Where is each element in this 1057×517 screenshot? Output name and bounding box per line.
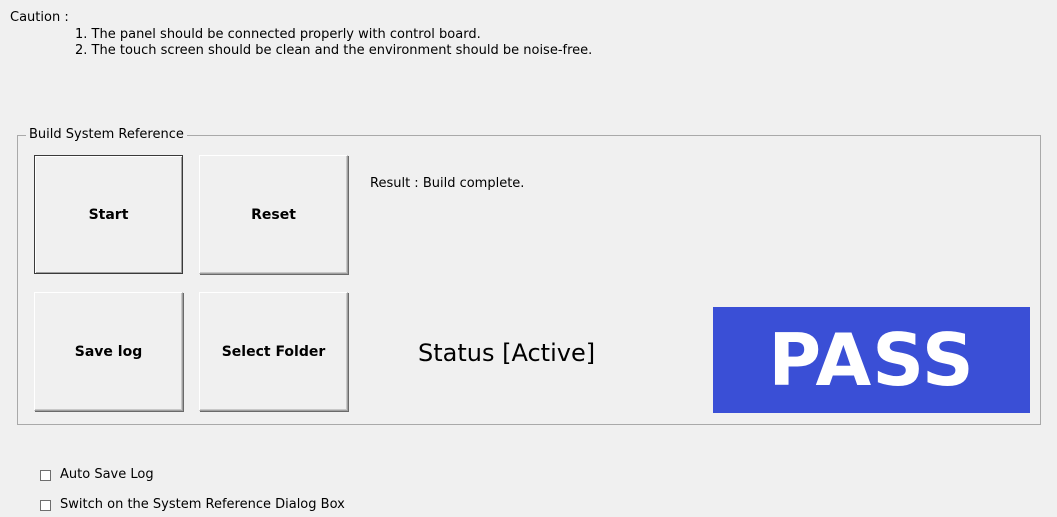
auto-save-log-option[interactable]: Auto Save Log xyxy=(40,467,154,483)
caution-title: Caution : xyxy=(10,10,69,25)
auto-save-log-label: Auto Save Log xyxy=(60,467,154,482)
caution-line-1: 1. The panel should be connected properl… xyxy=(75,27,481,42)
select-folder-button[interactable]: Select Folder xyxy=(199,292,348,411)
reset-button[interactable]: Reset xyxy=(199,155,348,274)
system-reference-dialog-option[interactable]: Switch on the System Reference Dialog Bo… xyxy=(40,497,345,513)
group-legend: Build System Reference xyxy=(26,126,187,144)
result-text: Result : Build complete. xyxy=(370,176,525,191)
caution-line-2: 2. The touch screen should be clean and … xyxy=(75,43,593,58)
pass-indicator: PASS xyxy=(713,307,1030,413)
system-reference-dialog-checkbox[interactable] xyxy=(40,499,51,511)
pass-indicator-text: PASS xyxy=(768,318,975,402)
save-log-button[interactable]: Save log xyxy=(34,292,183,411)
auto-save-log-checkbox[interactable] xyxy=(40,469,51,481)
system-reference-dialog-label: Switch on the System Reference Dialog Bo… xyxy=(60,497,345,512)
start-button[interactable]: Start xyxy=(34,155,183,274)
status-text: Status [Active] xyxy=(418,339,596,367)
